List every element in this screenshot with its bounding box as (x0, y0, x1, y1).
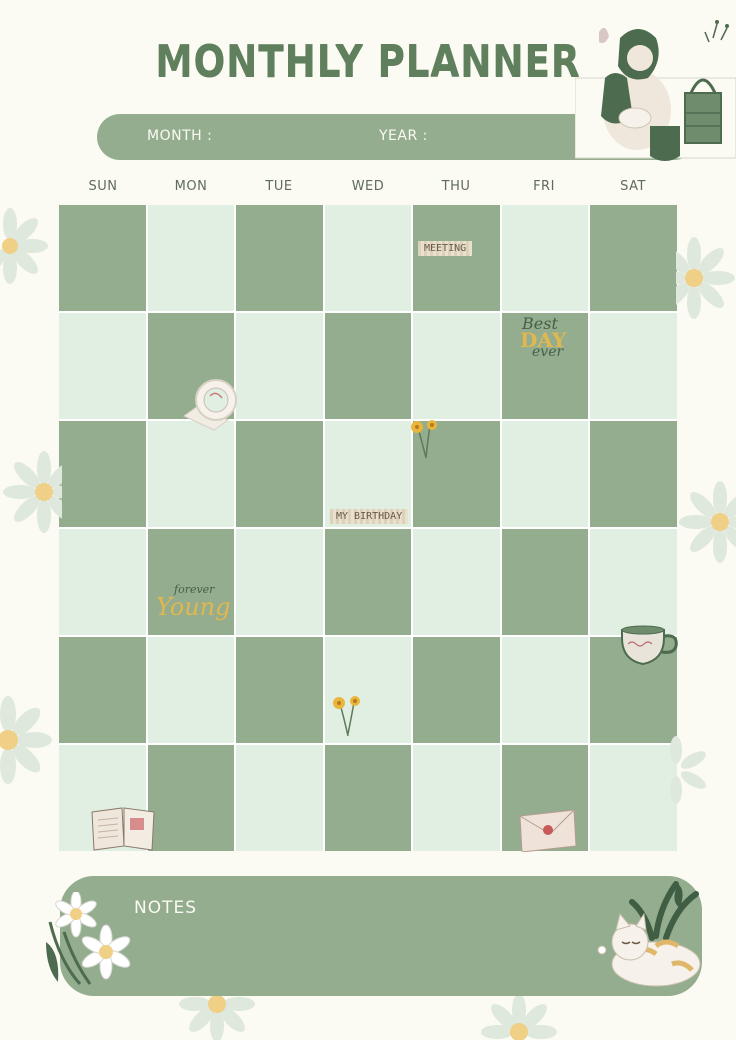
calendar-day-cell[interactable] (59, 313, 146, 419)
weekday-fri: FRI (533, 179, 555, 194)
sleeping-cat-icon (597, 881, 701, 987)
weekday-thu: THU (441, 179, 471, 194)
calendar-day-cell[interactable] (501, 529, 589, 635)
daisy-flower-icon (679, 481, 736, 563)
calendar-day-cell[interactable] (147, 745, 235, 851)
meeting-sticker: MEETING (418, 241, 473, 256)
calendar-day-cell[interactable] (236, 745, 323, 851)
calendar-day-cell[interactable] (590, 313, 677, 419)
calendar-day-cell[interactable] (59, 637, 146, 743)
weekday-wed: WED (351, 179, 385, 194)
daisy-flower-icon (676, 237, 735, 319)
daisy-flower-icon (481, 994, 557, 1040)
calendar-day-cell[interactable] (413, 313, 500, 419)
calendar-day-cell[interactable] (236, 205, 323, 311)
best-day-text-3: ever (532, 344, 564, 360)
calendar-day-cell[interactable] (324, 205, 412, 311)
weekday-sun: SUN (88, 179, 118, 194)
envelope-icon (519, 809, 577, 852)
birthday-sticker: MY BIRTHDAY (330, 509, 409, 524)
daisy-flower-icon (0, 208, 48, 284)
calendar-day-cell[interactable] (413, 529, 500, 635)
calendar-day-cell[interactable] (324, 313, 412, 419)
calendar-day-cell[interactable] (501, 637, 589, 743)
forever-young-sticker: forever Young (154, 583, 230, 629)
month-label: MONTH : (147, 128, 213, 144)
daisy-flower-icon (0, 696, 52, 784)
calendar-day-cell[interactable] (324, 745, 412, 851)
open-book-icon (91, 807, 155, 851)
calendar-day-cell[interactable] (501, 421, 589, 527)
tape-roll-icon (183, 379, 237, 431)
calendar-day-cell[interactable] (236, 637, 323, 743)
weekday-tue: TUE (265, 179, 293, 194)
yellow-flower-icon (411, 420, 437, 459)
daisy-flower-icon (3, 451, 62, 533)
daisy-bouquet-icon (46, 892, 131, 986)
daisy-flower-icon (670, 736, 706, 804)
calendar-day-cell[interactable] (236, 313, 323, 419)
calendar-day-cell[interactable] (413, 745, 500, 851)
daisy-flower-icon (179, 995, 255, 1040)
calendar-day-cell[interactable] (59, 529, 146, 635)
calendar-day-cell[interactable] (413, 205, 500, 311)
calendar-day-cell[interactable] (413, 637, 500, 743)
calendar-day-cell[interactable] (501, 205, 589, 311)
best-day-ever-sticker: Best DAY ever (518, 314, 580, 364)
year-label: YEAR : (379, 128, 428, 144)
calendar-day-cell[interactable] (324, 529, 412, 635)
young-text: Young (156, 593, 231, 621)
notes-label: NOTES (134, 898, 198, 918)
calendar-day-cell[interactable] (590, 205, 677, 311)
weekday-sat: SAT (620, 179, 646, 194)
calendar-day-cell[interactable] (147, 421, 235, 527)
calendar-day-cell[interactable] (236, 421, 323, 527)
calendar-day-cell[interactable] (590, 529, 677, 635)
calendar-day-cell[interactable] (590, 421, 677, 527)
teacup-icon (621, 625, 678, 666)
calendar-day-cell[interactable] (147, 637, 235, 743)
calendar-day-cell[interactable] (59, 205, 146, 311)
weekday-mon: MON (174, 179, 208, 194)
calendar-day-cell[interactable] (236, 529, 323, 635)
weekday-header-row: SUN MON TUE WED THU FRI SAT (59, 179, 677, 199)
girl-reading-illustration (575, 20, 736, 161)
calendar-day-cell[interactable] (147, 205, 235, 311)
calendar-day-cell[interactable] (59, 421, 146, 527)
calendar-grid (59, 205, 677, 851)
yellow-flower-icon (333, 696, 360, 737)
